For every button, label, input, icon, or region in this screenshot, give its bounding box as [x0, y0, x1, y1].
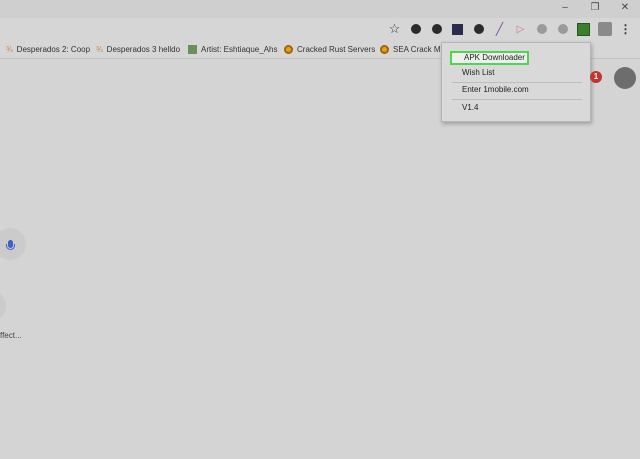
window-titlebar: – ❐ ✕ — [0, 0, 640, 18]
desperados-icon: ¾ — [96, 44, 103, 54]
star-icon[interactable]: ☆ — [387, 21, 403, 37]
apk-downloader-item[interactable]: APK Downloader — [450, 51, 529, 65]
menu-divider — [452, 99, 582, 100]
bookmark-item[interactable]: Artist: Eshtiaque_Ahs — [188, 43, 277, 55]
shortcut-tile[interactable] — [0, 292, 6, 320]
window-controls: – ❐ ✕ — [550, 0, 640, 18]
desperados-icon: ¾ — [6, 44, 13, 54]
play-icon[interactable]: ▷ — [513, 21, 529, 37]
maximize-button[interactable]: ❐ — [580, 0, 610, 14]
feather-icon[interactable]: ╱ — [492, 21, 508, 37]
rust-icon — [380, 44, 389, 54]
microphone-icon — [5, 240, 15, 250]
steam-icon[interactable] — [429, 21, 445, 37]
enter-1mobile-item[interactable]: Enter 1mobile.com — [442, 83, 590, 97]
shortcut-label: ffect... — [0, 331, 22, 340]
extension-dropdown-menu: APK Downloader Wish List Enter 1mobile.c… — [441, 42, 591, 122]
bookmark-label: Desperados 3 helldo — [106, 44, 181, 54]
version-item: V1.4 — [462, 103, 479, 112]
wish-list-item[interactable]: Wish List — [442, 66, 590, 80]
grey-circle-icon[interactable] — [534, 21, 550, 37]
extension-icons-row: ☆ ╱ ▷ ⋮ — [384, 21, 636, 37]
kebab-icon[interactable]: ⋮ — [618, 21, 634, 37]
bookmark-label: Artist: Eshtiaque_Ahs — [201, 44, 278, 54]
voice-search-button[interactable] — [0, 228, 26, 260]
bookmark-label: Cracked Rust Servers — [297, 44, 376, 54]
bookmark-item[interactable]: Cracked Rust Servers — [284, 43, 375, 55]
browser-toolbar: ☆ ╱ ▷ ⋮ — [0, 18, 640, 40]
bookmark-item[interactable]: ¾ Desperados 3 helldo — [96, 43, 180, 55]
minimize-button[interactable]: – — [550, 0, 580, 14]
extension-icon[interactable] — [450, 21, 466, 37]
artist-icon — [188, 44, 197, 54]
bookmark-label: Desperados 2: Coop — [16, 44, 91, 54]
cookie-icon[interactable] — [408, 21, 424, 37]
bookmark-item[interactable]: SEA Crack Mak — [380, 43, 449, 55]
close-button[interactable]: ✕ — [610, 0, 640, 14]
notification-badge[interactable]: 1 — [590, 71, 602, 83]
avatar-icon[interactable] — [597, 21, 613, 37]
circle-icon[interactable] — [471, 21, 487, 37]
rust-icon — [284, 44, 293, 54]
power-icon[interactable] — [576, 21, 592, 37]
profile-avatar[interactable] — [614, 67, 636, 89]
bookmark-item[interactable]: ¾ Desperados 2: Coop — [6, 43, 90, 55]
grey-circle-icon[interactable] — [555, 21, 571, 37]
